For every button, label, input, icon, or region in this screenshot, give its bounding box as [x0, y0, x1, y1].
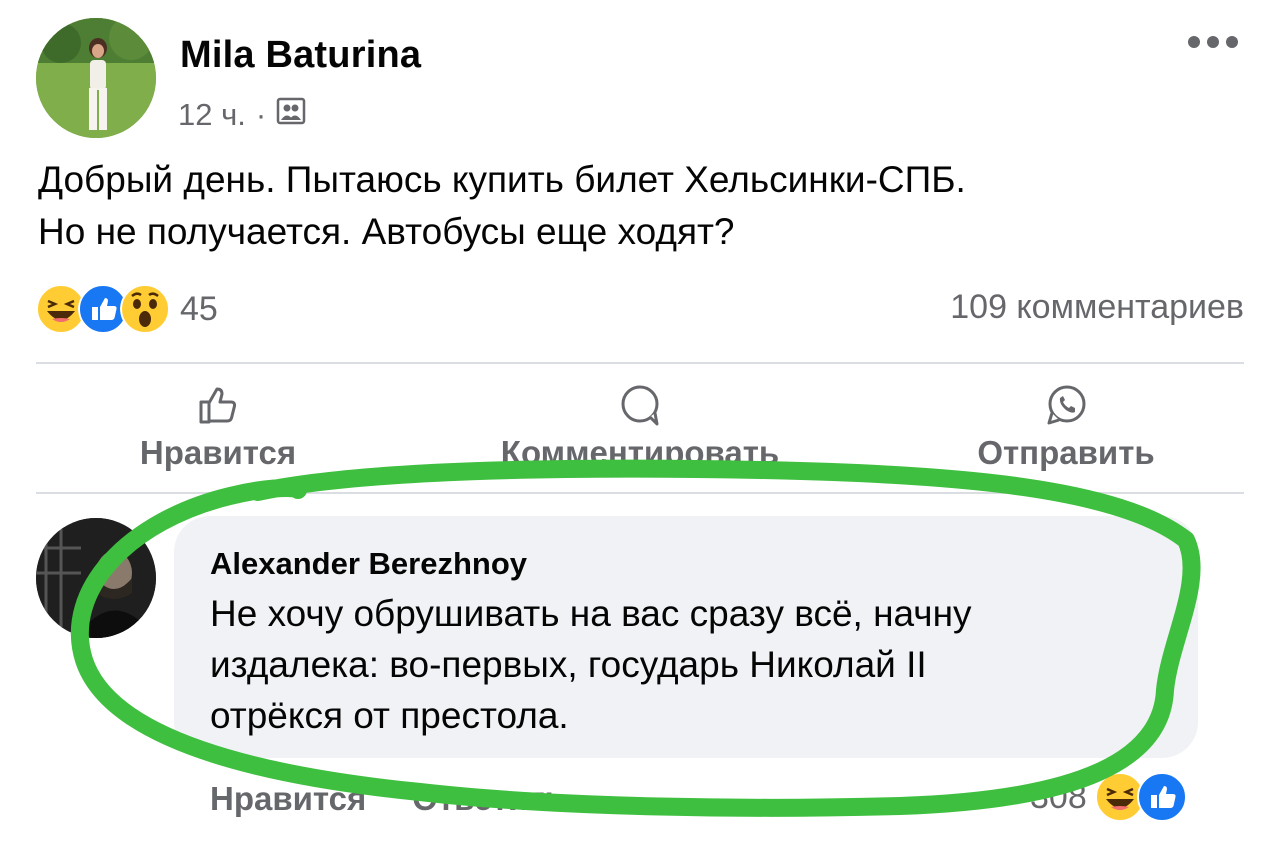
whatsapp-icon: [1047, 385, 1086, 425]
comment-like-button[interactable]: Нравится: [210, 780, 366, 818]
reaction-count[interactable]: 45: [180, 290, 218, 329]
commenter-avatar[interactable]: [36, 518, 156, 638]
comment-text-line: издалека: во-первых, государь Николай II: [210, 644, 927, 685]
wow-icon: [120, 284, 170, 334]
post-text-line: Добрый день. Пытаюсь купить билет Хельси…: [38, 159, 966, 200]
like-label: Нравится: [139, 434, 297, 471]
post-meta: 12 ч. ·: [178, 96, 306, 134]
comment-label: Комментировать: [500, 434, 780, 471]
comment-actions: Нравится Ответить: [210, 780, 565, 818]
like-icon: [1136, 772, 1187, 822]
comment-button[interactable]: Комментировать: [490, 382, 790, 472]
author-name[interactable]: Mila Baturina: [180, 34, 421, 77]
post-reactions[interactable]: 45: [36, 284, 218, 334]
more-options-icon[interactable]: [1188, 36, 1244, 56]
commenter-name[interactable]: Alexander Berezhnoy: [210, 546, 527, 582]
divider: [36, 362, 1244, 364]
share-button[interactable]: Отправить: [916, 382, 1216, 472]
divider: [36, 492, 1244, 494]
comment-bubble-icon: [621, 385, 659, 426]
comment-reply-button[interactable]: Ответить: [412, 780, 565, 818]
post-text: Добрый день. Пытаюсь купить билет Хельси…: [38, 154, 1248, 258]
post-text-line: Но не получается. Автобусы еще ходят?: [38, 211, 735, 252]
post-time[interactable]: 12 ч.: [178, 97, 246, 133]
author-avatar[interactable]: [36, 18, 156, 138]
comment-reaction-count: 308: [1030, 777, 1087, 816]
thumbs-up-icon: [199, 387, 237, 424]
like-button[interactable]: Нравится: [68, 382, 368, 472]
share-label: Отправить: [977, 434, 1155, 471]
comment-text: Не хочу обрушивать на вас сразу всё, нач…: [210, 588, 1180, 741]
comment-text-line: отрёкся от престола.: [210, 695, 569, 736]
comment-text-line: Не хочу обрушивать на вас сразу всё, нач…: [210, 593, 972, 634]
friends-icon: [276, 96, 306, 134]
comment-count[interactable]: 109 комментариев: [950, 288, 1244, 327]
meta-separator: ·: [255, 97, 267, 132]
comment-reactions[interactable]: 308: [1030, 772, 1187, 822]
